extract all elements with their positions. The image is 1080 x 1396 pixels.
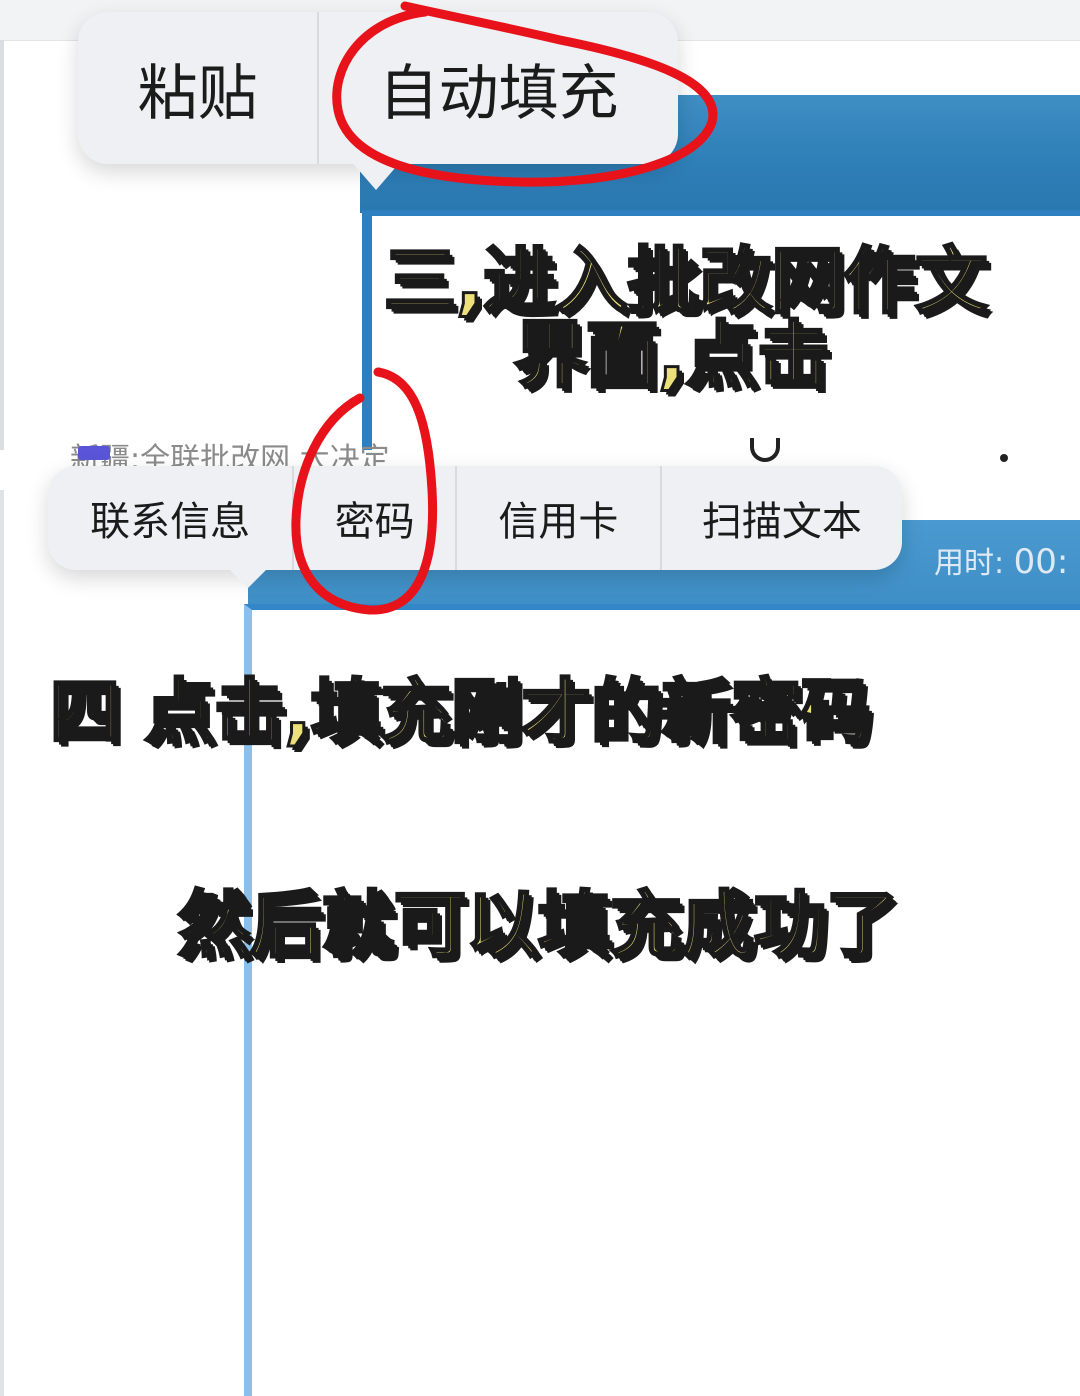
step3-caption-line2: 界面,点击 — [512, 312, 830, 399]
contact-info-button[interactable]: 联系信息 — [48, 466, 295, 570]
divider — [0, 490, 4, 1396]
divider — [0, 40, 4, 450]
step4-caption: 四 点击,填充刚才的新密码 — [49, 670, 873, 755]
context-menu: 粘贴 自动填充 — [78, 12, 678, 164]
password-button[interactable]: 密码 — [294, 466, 458, 570]
paste-button[interactable]: 粘贴 — [78, 12, 320, 164]
timer-label: 用时: — [934, 546, 1005, 581]
context-menu-pointer — [350, 160, 402, 190]
autofill-menu-pointer — [226, 566, 270, 588]
address-area — [680, 44, 1080, 94]
credit-card-button[interactable]: 信用卡 — [457, 466, 662, 570]
scan-text-button[interactable]: 扫描文本 — [662, 466, 902, 570]
result-caption: 然后就可以填充成功了 — [176, 882, 899, 969]
address-text[interactable]: 新疆:全联批改网 大决定 — [70, 440, 630, 466]
autofill-menu: 联系信息 密码 信用卡 扫描文本 — [48, 466, 902, 570]
more-icon[interactable] — [1000, 454, 1008, 462]
autofill-button[interactable]: 自动填充 — [319, 12, 678, 164]
timer-value: 00: — [1013, 542, 1069, 582]
site-logo-icon — [78, 446, 110, 460]
elapsed-timer: 用时: 00: — [934, 538, 1068, 582]
